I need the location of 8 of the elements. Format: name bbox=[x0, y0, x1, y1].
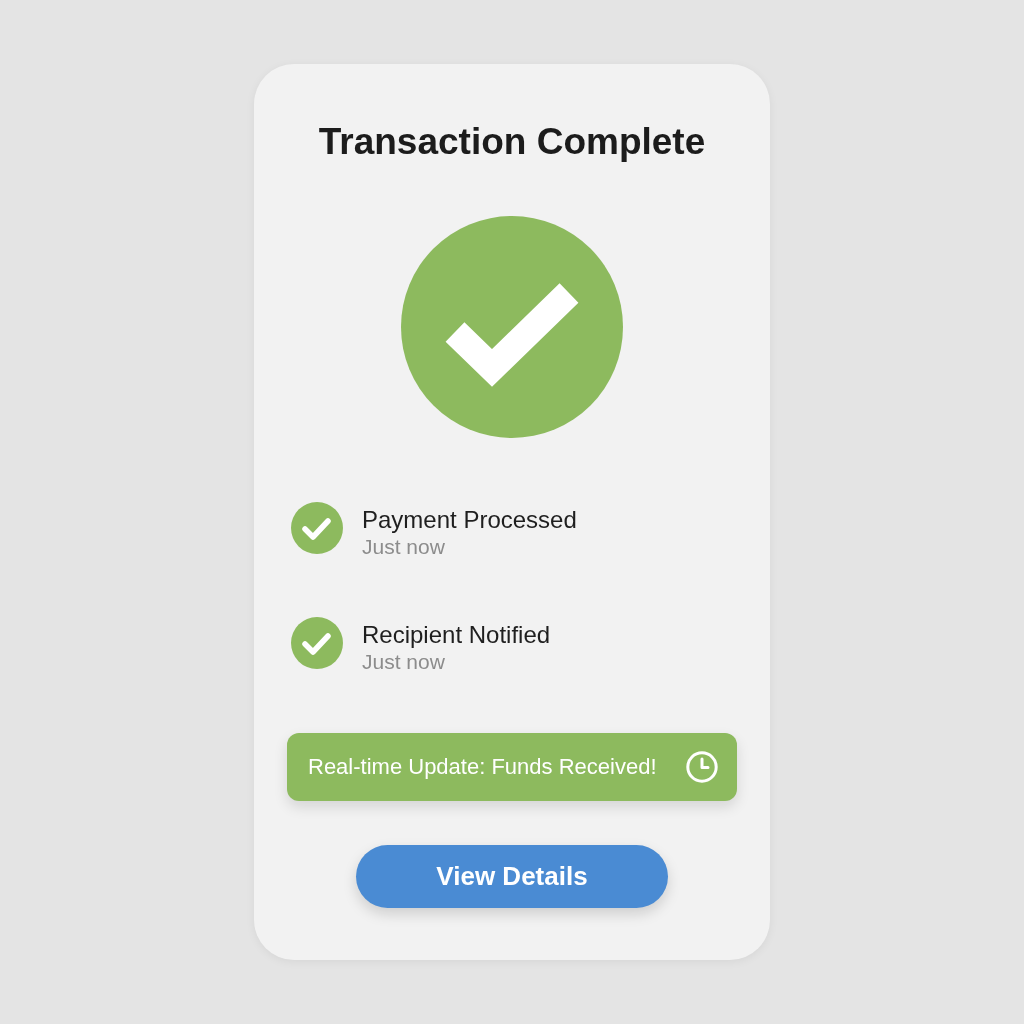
step-label: Payment Processed bbox=[362, 506, 577, 534]
view-details-button[interactable]: View Details bbox=[356, 845, 668, 908]
step-label: Recipient Notified bbox=[362, 621, 551, 649]
card-title: Transaction Complete bbox=[318, 120, 706, 164]
clock-icon bbox=[686, 751, 718, 783]
banner-text: Real-time Update: Funds Received! bbox=[308, 754, 657, 780]
step-time: Just now bbox=[362, 649, 446, 675]
step-time: Just now bbox=[362, 534, 446, 560]
